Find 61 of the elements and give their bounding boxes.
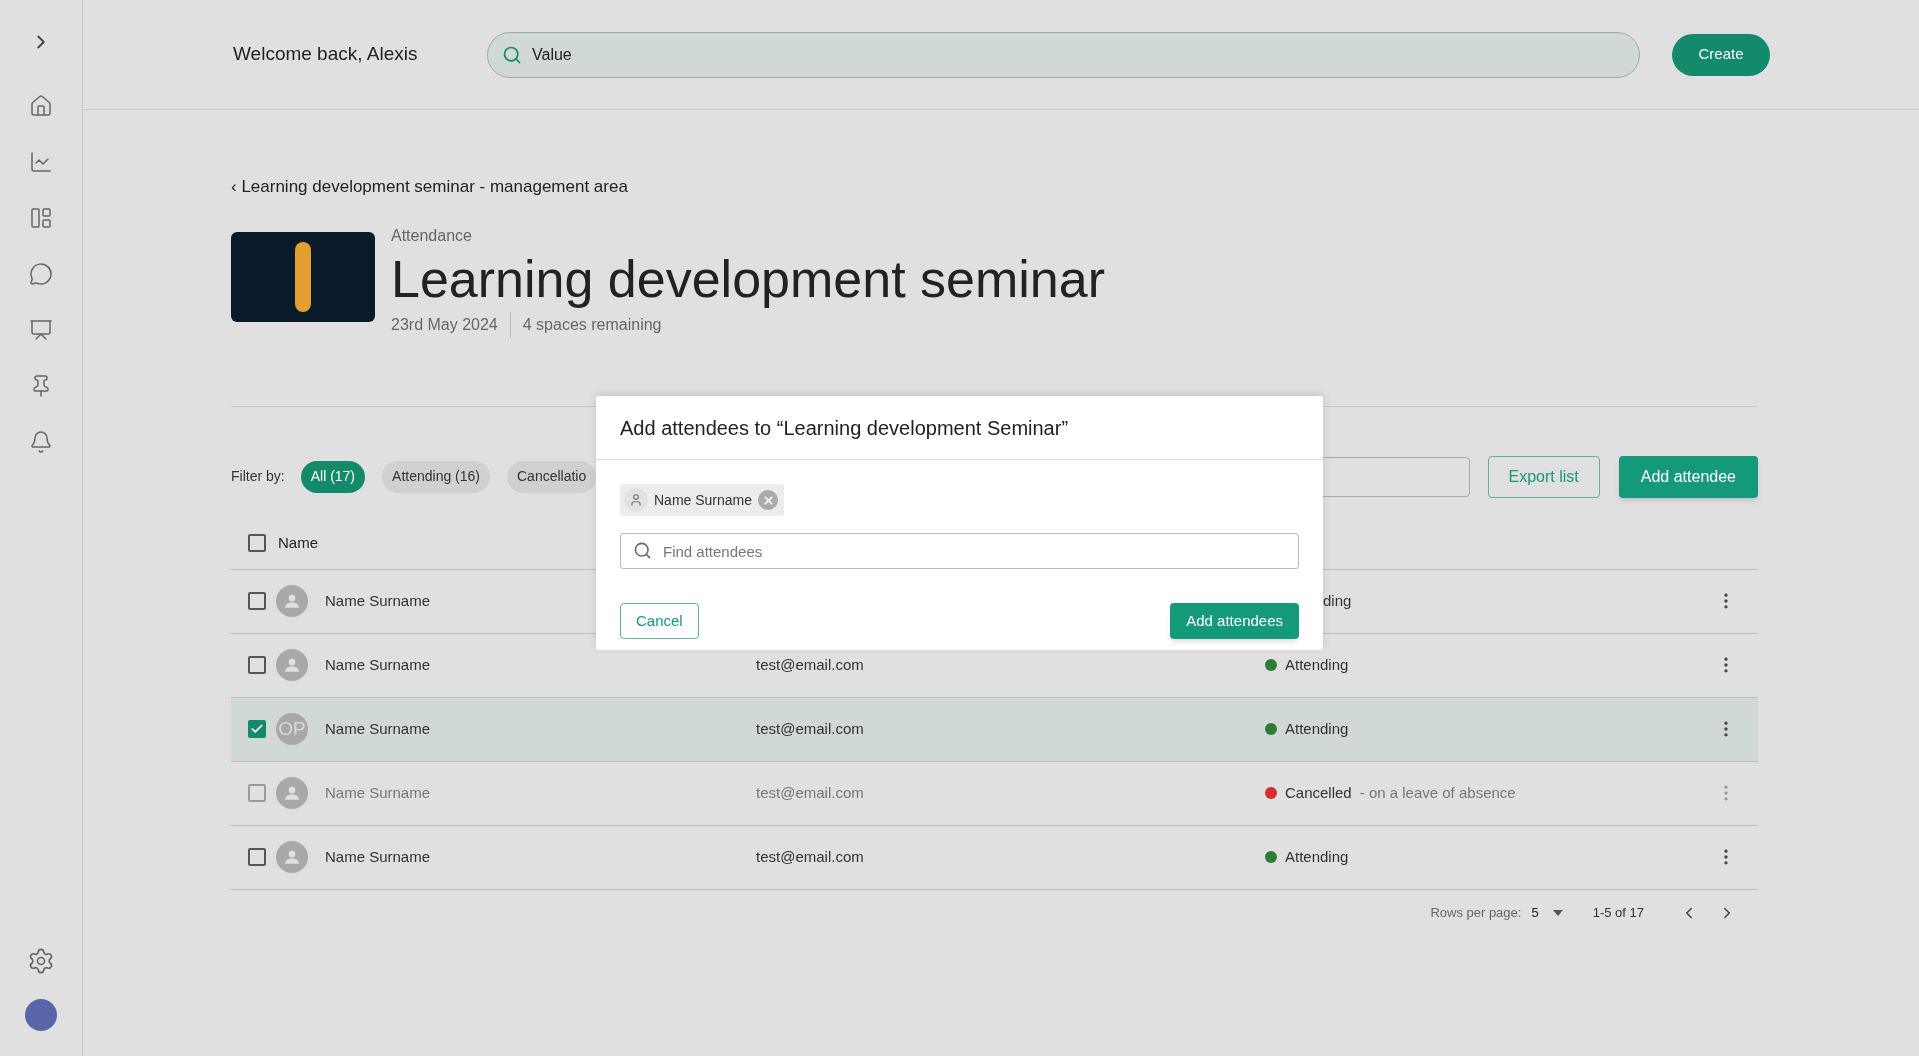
spaces-remaining: 4 spaces remaining: [522, 314, 662, 335]
table-row[interactable]: Name Surname test@email.com Attending: [231, 825, 1758, 890]
settings-icon[interactable]: [27, 947, 55, 975]
create-button[interactable]: Create: [1672, 33, 1770, 76]
search-field[interactable]: Value: [487, 31, 1640, 78]
user-icon: [624, 488, 648, 512]
breadcrumb-link[interactable]: ‹ Learning development seminar - management area: [231, 177, 628, 196]
attendance-status: ding: [1323, 590, 1352, 611]
attendee-email: test@email.com: [756, 848, 864, 865]
user-avatar-icon: [276, 585, 308, 617]
filter-label: Filter by:: [231, 467, 285, 486]
attendee-email: test@email.com: [756, 656, 864, 673]
caret-icon: [1552, 909, 1563, 916]
attendance-status: Attending: [1285, 846, 1349, 867]
checkbox[interactable]: [248, 534, 266, 552]
section-label: Attendance: [391, 225, 473, 246]
attendee-name: Name Surname: [325, 654, 431, 675]
attendee-name: Name Surname: [325, 590, 431, 611]
check-icon: [250, 722, 264, 736]
filter-chip[interactable]: All (17): [300, 460, 366, 493]
attendee-name: Name Surname: [325, 846, 431, 867]
add-attendees-button[interactable]: Add attendees: [1170, 603, 1299, 639]
checkbox[interactable]: [248, 656, 266, 674]
user-avatar-icon: [276, 841, 308, 873]
dialog-title: Add attendees to “Learning development Seminar”: [620, 415, 1069, 441]
page-range: 1-5 of 17: [1592, 903, 1644, 922]
event-date: 23rd May 2024: [391, 314, 498, 335]
search-icon: [633, 541, 652, 560]
checkbox[interactable]: [248, 592, 266, 610]
home-icon[interactable]: [29, 94, 53, 118]
column-header[interactable]: Name: [278, 531, 318, 555]
cancel-button[interactable]: Cancel: [620, 603, 699, 639]
find-attendees-field[interactable]: Find attendees: [620, 533, 1299, 569]
layout-icon[interactable]: [29, 206, 53, 230]
attendee-email: test@email.com: [756, 720, 864, 737]
checkbox[interactable]: [248, 720, 266, 738]
attendee-name: Name Surname: [325, 782, 431, 803]
checkbox[interactable]: [248, 848, 266, 866]
filter-chip[interactable]: Attending (16): [382, 460, 490, 493]
attendee-name: Name Surname: [325, 718, 431, 739]
chart-icon[interactable]: [29, 150, 53, 174]
attendance-status: Attending: [1285, 718, 1349, 739]
filter-chip[interactable]: Cancellatio: [507, 460, 597, 493]
greeting-text: Welcome back, Alexis: [233, 42, 419, 67]
remove-icon[interactable]: [758, 490, 779, 510]
attendee-chip: Name Surname: [620, 484, 785, 516]
user-avatar-icon: [276, 649, 308, 681]
attendance-status: Cancelled: [1285, 782, 1352, 803]
add-attendee-button[interactable]: Add attendee: [1618, 455, 1758, 498]
user-avatar-icon: [276, 777, 308, 809]
attendance-status: Attending: [1285, 654, 1349, 675]
rows-per-page-label: Rows per page:: [1430, 903, 1522, 922]
chat-icon[interactable]: [29, 262, 53, 286]
status-note: - on a leave of absence: [1359, 782, 1516, 803]
search-icon: [502, 44, 522, 65]
presentation-icon[interactable]: [29, 318, 53, 342]
attendee-email: test@email.com: [756, 784, 864, 801]
bell-icon[interactable]: [29, 430, 53, 454]
page-title: Learning development seminar: [391, 248, 1105, 310]
rows-per-page-select[interactable]: 5: [1531, 902, 1563, 923]
profile-avatar[interactable]: [25, 999, 57, 1031]
